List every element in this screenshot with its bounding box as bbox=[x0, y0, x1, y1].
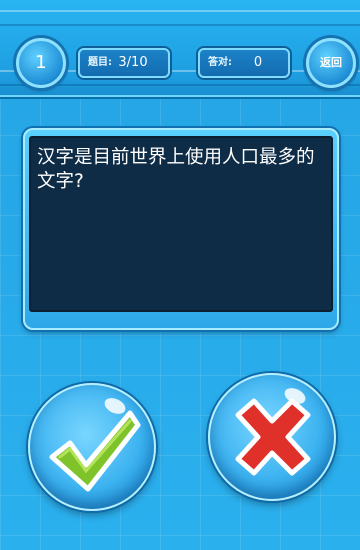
top-rail bbox=[0, 10, 360, 26]
level-badge: 1 bbox=[16, 38, 66, 88]
cross-icon bbox=[235, 398, 311, 476]
correct-count-box: 答对: 0 bbox=[198, 48, 290, 78]
correct-count-value: 0 bbox=[253, 55, 263, 70]
false-answer-button[interactable] bbox=[208, 373, 336, 501]
question-text: 汉字是目前世界上使用人口最多的文字? bbox=[37, 147, 315, 192]
question-progress-value: 3/10 bbox=[118, 55, 148, 70]
true-answer-button[interactable] bbox=[28, 383, 156, 511]
question-progress-box: 题目: 3/10 bbox=[78, 48, 170, 78]
back-button[interactable]: 返回 bbox=[306, 38, 356, 88]
check-icon bbox=[49, 410, 141, 492]
question-panel: 汉字是目前世界上使用人口最多的文字? bbox=[29, 136, 333, 312]
